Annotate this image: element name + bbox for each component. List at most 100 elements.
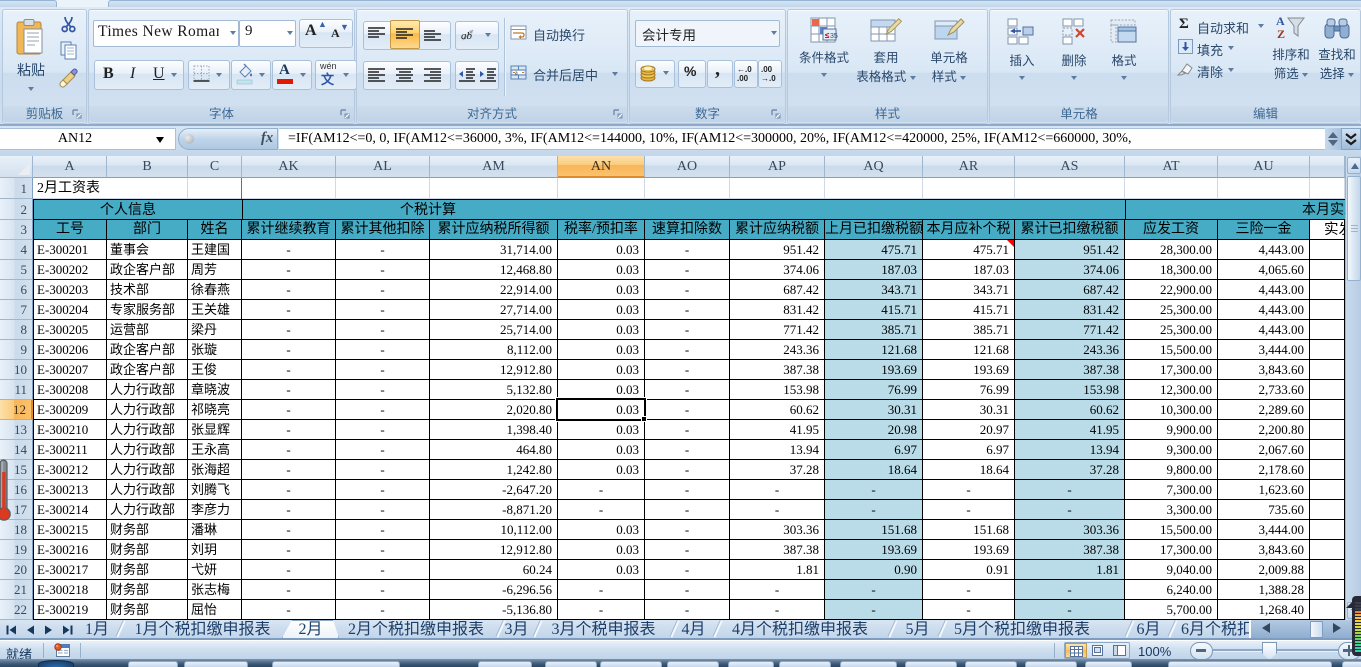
cell-AV6[interactable] — [1310, 280, 1345, 300]
cell-AN13[interactable]: 0.03 — [558, 420, 645, 440]
shrink-font-button[interactable]: A▼ — [331, 26, 340, 41]
cell-AM9[interactable]: 8,112.00 — [430, 340, 558, 360]
sheet-nav-first[interactable] — [3, 622, 20, 638]
sheet-tab-4月个税扣缴申报表[interactable]: 4月个税扣缴申报表 — [715, 621, 885, 638]
cell-AQ4[interactable]: 475.71 — [825, 240, 923, 260]
cell-AU21[interactable]: 1,388.28 — [1218, 580, 1310, 600]
cell-AV5[interactable] — [1310, 260, 1345, 280]
sheet-tab-1月个税扣缴申报表[interactable]: 1月个税扣缴申报表 — [118, 621, 287, 638]
cell-A17[interactable]: E-300214 — [33, 500, 107, 520]
cell-AR16[interactable]: - — [923, 480, 1015, 500]
cell-AV17[interactable] — [1310, 500, 1345, 520]
wrap-text-button[interactable]: 自动换行 — [510, 23, 620, 45]
cell-AK6[interactable]: - — [242, 280, 336, 300]
sheet-tab-5月个税扣缴申报表[interactable]: 5月个税扣缴申报表 — [940, 621, 1141, 638]
cell-AT4[interactable]: 28,300.00 — [1125, 240, 1218, 260]
cell-A22[interactable]: E-300219 — [33, 600, 107, 620]
cell-AS16[interactable]: - — [1015, 480, 1125, 500]
cell-AR1[interactable] — [923, 178, 1015, 199]
macro-record-icon[interactable] — [54, 643, 70, 658]
cell-AO10[interactable]: - — [645, 360, 730, 380]
cell-AR11[interactable]: 76.99 — [923, 380, 1015, 400]
cell-B10[interactable]: 政企客户部 — [107, 360, 188, 380]
cell-AN9[interactable]: 0.03 — [558, 340, 645, 360]
view-page-layout-button[interactable] — [1087, 643, 1109, 658]
formula-bar-expand-button[interactable] — [1341, 128, 1361, 150]
cell-C8[interactable]: 梁丹 — [188, 320, 242, 340]
table-header-AR3[interactable]: 本月应补个税 — [923, 220, 1015, 240]
column-header-AT[interactable]: AT — [1125, 156, 1218, 178]
cell-AQ20[interactable]: 0.90 — [825, 560, 923, 580]
clear-button[interactable]: 清除 — [1176, 60, 1271, 78]
fill-handle[interactable] — [641, 416, 647, 422]
comma-button[interactable] — [707, 60, 733, 88]
cell-C16[interactable]: 刘腾飞 — [188, 480, 242, 500]
cell-AV11[interactable] — [1310, 380, 1345, 400]
cell-AO21[interactable]: - — [645, 580, 730, 600]
cell-AM13[interactable]: 1,398.40 — [430, 420, 558, 440]
cell-A15[interactable]: E-300212 — [33, 460, 107, 480]
cell-AS10[interactable]: 387.38 — [1015, 360, 1125, 380]
vertical-scrollbar[interactable] — [1345, 156, 1361, 620]
cell-B14[interactable]: 人力行政部 — [107, 440, 188, 460]
clipboard-dialog-launcher[interactable] — [71, 108, 83, 120]
row-header-19[interactable]: 19 — [0, 540, 33, 560]
cell-AS14[interactable]: 13.94 — [1015, 440, 1125, 460]
delete-cells-button[interactable]: 删除 — [1052, 18, 1096, 84]
view-page-break-button[interactable] — [1109, 643, 1131, 658]
cell-C7[interactable]: 王关雄 — [188, 300, 242, 320]
cell-A12[interactable]: E-300209 — [33, 400, 107, 420]
selected-cell-border[interactable] — [556, 398, 646, 421]
row-header-22[interactable]: 22 — [0, 600, 33, 620]
cell-AT1[interactable] — [1125, 178, 1218, 199]
column-header-AV[interactable] — [1310, 156, 1345, 178]
cell-AT9[interactable]: 15,500.00 — [1125, 340, 1218, 360]
cell-AO22[interactable]: - — [645, 600, 730, 620]
cell-AL10[interactable]: - — [336, 360, 430, 380]
cell-AN22[interactable]: - — [558, 600, 645, 620]
cell-AM15[interactable]: 1,242.80 — [430, 460, 558, 480]
row-header-20[interactable]: 20 — [0, 560, 33, 580]
cell-AN8[interactable]: 0.03 — [558, 320, 645, 340]
cell-AP9[interactable]: 243.36 — [730, 340, 825, 360]
cell-AM17[interactable]: -8,871.20 — [430, 500, 558, 520]
italic-button[interactable]: I — [130, 65, 135, 83]
taskbar-button[interactable] — [779, 661, 831, 667]
sheet-nav-last[interactable] — [60, 622, 77, 638]
cell-AQ14[interactable]: 6.97 — [825, 440, 923, 460]
column-header-AK[interactable]: AK — [242, 156, 336, 178]
cell-AN5[interactable]: 0.03 — [558, 260, 645, 280]
cell-C4[interactable]: 王建国 — [188, 240, 242, 260]
cell-AM8[interactable]: 25,714.00 — [430, 320, 558, 340]
cell-C17[interactable]: 李彦力 — [188, 500, 242, 520]
group-header-month[interactable]: 本月实发工资 — [1125, 199, 1345, 220]
select-all-corner[interactable] — [0, 156, 33, 178]
table-header-AO3[interactable]: 速算扣除数 — [645, 220, 730, 240]
cell-AM10[interactable]: 12,912.80 — [430, 360, 558, 380]
cell-A5[interactable]: E-300202 — [33, 260, 107, 280]
cell-AL7[interactable]: - — [336, 300, 430, 320]
cell-AT18[interactable]: 15,500.00 — [1125, 520, 1218, 540]
cell-AL19[interactable]: - — [336, 540, 430, 560]
cell-AV1[interactable] — [1310, 178, 1345, 199]
row-header-10[interactable]: 10 — [0, 360, 33, 380]
cell-AL17[interactable]: - — [336, 500, 430, 520]
row-header-4[interactable]: 4 — [0, 240, 33, 260]
cell-AS12[interactable]: 60.62 — [1015, 400, 1125, 420]
cell-AK13[interactable]: - — [242, 420, 336, 440]
cell-AL11[interactable]: - — [336, 380, 430, 400]
cell-AP5[interactable]: 374.06 — [730, 260, 825, 280]
cell-AM14[interactable]: 464.80 — [430, 440, 558, 460]
table-header-AT3[interactable]: 应发工资 — [1125, 220, 1218, 240]
cell-AV9[interactable] — [1310, 340, 1345, 360]
cell-AR21[interactable]: - — [923, 580, 1015, 600]
decrease-indent-icon[interactable] — [458, 67, 476, 83]
cell-A1-title[interactable]: 2月工资表 — [34, 178, 183, 198]
cell-AV18[interactable] — [1310, 520, 1345, 540]
hscroll-thumb[interactable] — [1310, 621, 1323, 638]
cell-AV12[interactable] — [1310, 400, 1345, 420]
cell-AK19[interactable]: - — [242, 540, 336, 560]
align-bottom-icon[interactable] — [423, 28, 443, 44]
cell-AU10[interactable]: 3,843.60 — [1218, 360, 1310, 380]
cell-C15[interactable]: 张海超 — [188, 460, 242, 480]
